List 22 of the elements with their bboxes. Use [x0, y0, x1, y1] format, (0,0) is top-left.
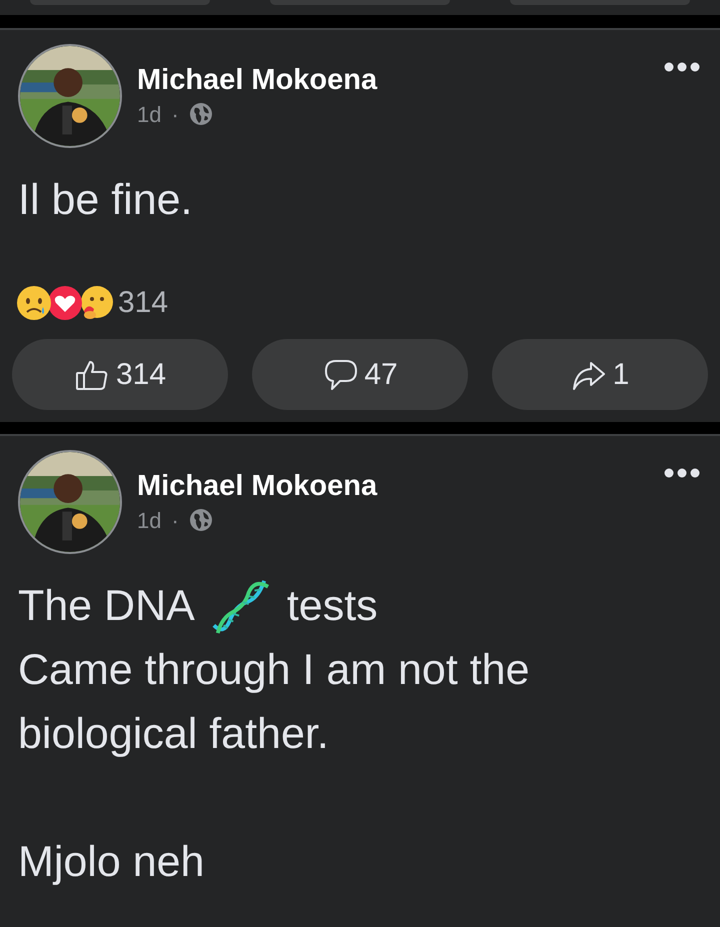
post-text: Mjolo neh: [18, 837, 204, 888]
post-time[interactable]: 1d: [137, 98, 162, 130]
more-icon: [664, 468, 700, 478]
like-button[interactable]: 314: [12, 339, 228, 410]
more-icon: [664, 62, 700, 72]
author-name[interactable]: Michael Mokoena: [137, 468, 662, 504]
separator-dot: ·: [171, 506, 179, 534]
post-text: Il be fine.: [18, 175, 192, 226]
crying-face-icon: [16, 284, 52, 320]
post-text: The DNA: [18, 581, 195, 632]
separator-dot: ·: [171, 100, 179, 128]
comment-button[interactable]: 47: [252, 339, 468, 410]
reaction-count[interactable]: 314: [118, 280, 168, 325]
post-text: Came through I am not the biological father.: [18, 645, 531, 760]
more-button[interactable]: [662, 60, 702, 74]
share-button[interactable]: 1: [492, 339, 708, 410]
author-name[interactable]: Michael Mokoena: [137, 62, 662, 98]
more-button[interactable]: [662, 466, 702, 480]
post-time[interactable]: 1d: [137, 504, 162, 536]
post-text: tests: [286, 581, 378, 632]
globe-icon: [188, 508, 213, 532]
globe-icon: [188, 102, 213, 126]
